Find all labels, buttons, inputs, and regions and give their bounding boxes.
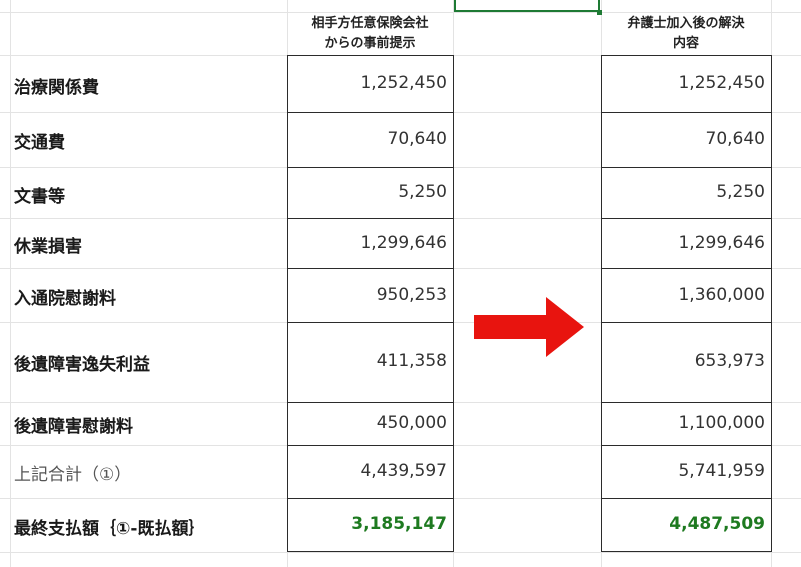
right-arrow-icon (474, 297, 584, 357)
before-value-documents[interactable]: 5,250 (287, 182, 453, 202)
row-label-lost-wages: 休業損害 (14, 237, 82, 257)
column-header-after: 弁護士加入後の解決 内容 (601, 14, 771, 54)
row-label-final-payment: 最終支払額｛①-既払額｝ (14, 519, 206, 539)
before-value-disability-consolation[interactable]: 450,000 (287, 413, 453, 433)
before-value-hospital-consolation[interactable]: 950,253 (287, 285, 453, 305)
row-label-treatment: 治療関係費 (14, 78, 99, 98)
header-before-line1: 相手方任意保険会社 (311, 16, 429, 31)
before-value-transport[interactable]: 70,640 (287, 129, 453, 149)
row-label-transport: 交通費 (14, 133, 65, 153)
before-value-treatment[interactable]: 1,252,450 (287, 73, 453, 93)
row-label-subtotal: 上記合計（①） (14, 465, 132, 485)
row-label-disability-consolation: 後遺障害慰謝料 (14, 417, 133, 437)
after-value-treatment[interactable]: 1,252,450 (601, 73, 771, 93)
after-value-lost-earnings[interactable]: 653,973 (601, 351, 771, 371)
after-value-subtotal[interactable]: 5,741,959 (601, 461, 771, 481)
row-label-hospital-consolation: 入通院慰謝料 (14, 289, 116, 309)
column-header-before: 相手方任意保険会社 からの事前提示 (287, 14, 453, 54)
after-value-lost-wages[interactable]: 1,299,646 (601, 233, 771, 253)
before-value-final-payment[interactable]: 3,185,147 (287, 514, 453, 534)
after-value-final-payment[interactable]: 4,487,509 (601, 514, 771, 534)
active-cell-selection[interactable] (454, 0, 600, 12)
before-value-lost-wages[interactable]: 1,299,646 (287, 233, 453, 253)
after-value-hospital-consolation[interactable]: 1,360,000 (601, 285, 771, 305)
header-after-line1: 弁護士加入後の解決 (627, 16, 745, 31)
header-after-line2: 内容 (672, 36, 699, 51)
after-value-transport[interactable]: 70,640 (601, 129, 771, 149)
before-value-subtotal[interactable]: 4,439,597 (287, 461, 453, 481)
after-value-documents[interactable]: 5,250 (601, 182, 771, 202)
row-label-documents: 文書等 (14, 187, 65, 207)
after-value-disability-consolation[interactable]: 1,100,000 (601, 413, 771, 433)
before-value-lost-earnings[interactable]: 411,358 (287, 351, 453, 371)
row-label-lost-earnings: 後遺障害逸失利益 (14, 355, 150, 375)
header-before-line2: からの事前提示 (324, 36, 416, 51)
